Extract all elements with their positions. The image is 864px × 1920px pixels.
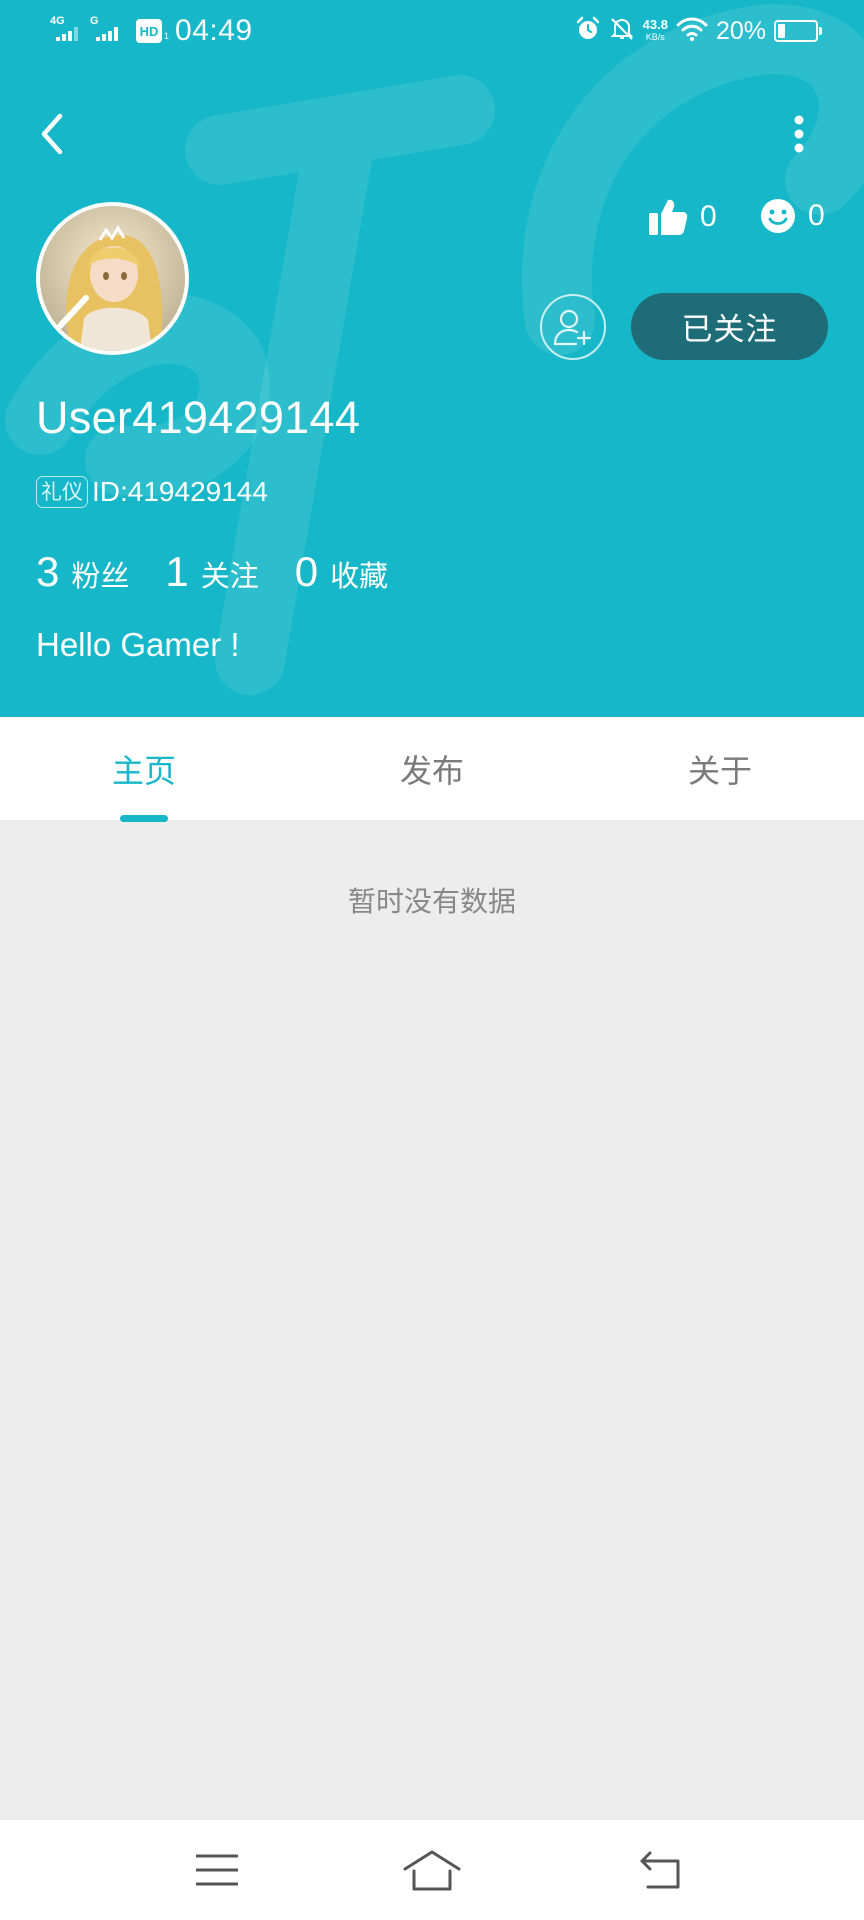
battery-icon [774, 20, 822, 42]
home-icon [403, 1850, 461, 1891]
count-value: 0 [294, 548, 319, 595]
empty-state-message: 暂时没有数据 [347, 885, 516, 918]
back-nav-button[interactable] [630, 1842, 690, 1898]
avatar[interactable] [36, 202, 189, 355]
tab-about[interactable]: 关于 [576, 717, 864, 820]
more-vertical-icon [794, 115, 804, 153]
tab-posts[interactable]: 发布 [288, 717, 576, 820]
chevron-left-icon [41, 113, 63, 155]
signal-icon: 4G [50, 15, 84, 47]
network-type-1: 4G [50, 15, 65, 27]
user-id: ID:419429144 [92, 476, 268, 507]
count-value: 3 [36, 548, 60, 595]
bio-text: Hello Gamer ! [36, 626, 240, 663]
back-button[interactable] [30, 104, 76, 164]
active-tab-indicator [120, 815, 168, 822]
following-count[interactable]: 1 关注 [165, 548, 258, 596]
system-nav-bar [0, 1820, 864, 1920]
speed-unit: KB/s [645, 32, 665, 42]
home-button[interactable] [402, 1842, 462, 1898]
speed-value: 43.8 [642, 17, 668, 32]
hd-icon: HD [136, 19, 162, 43]
clock: 04:49 [175, 14, 253, 47]
wifi-icon [676, 16, 708, 46]
more-options-button[interactable] [776, 104, 822, 164]
network-type-2: G [90, 15, 99, 27]
smile-icon [761, 199, 795, 233]
profile-counts: 3 粉丝 1 关注 0 收藏 [36, 548, 424, 596]
smiles-stat[interactable]: 0 [760, 198, 825, 234]
signal-icon: G [90, 15, 124, 47]
thumbs-up-icon [649, 199, 688, 235]
add-user-icon [553, 309, 592, 346]
count-label: 收藏 [330, 559, 389, 593]
alarm-icon [575, 16, 601, 46]
back-icon [640, 1851, 680, 1889]
likes-count: 0 [700, 200, 717, 233]
menu-button[interactable] [187, 1842, 247, 1898]
battery-percent: 20% [715, 16, 766, 45]
smiles-count: 0 [808, 199, 825, 232]
follow-button[interactable]: 已关注 [631, 293, 828, 360]
likes-stat[interactable]: 0 [648, 198, 717, 236]
username: User419429144 [36, 392, 361, 443]
battery-level [778, 24, 785, 38]
status-bar: 4G G HD 1 04:49 43.8 KB/s 20% [0, 0, 864, 68]
network-speed: 43.8 KB/s [642, 17, 668, 43]
favorites-count[interactable]: 0 收藏 [295, 548, 388, 596]
menu-icon [196, 1854, 238, 1886]
tab-bar: 主页 发布 关于 [0, 717, 864, 820]
id-row: 礼仪 ID:419429144 [36, 476, 268, 508]
count-label: 关注 [200, 559, 259, 593]
followers-count[interactable]: 3 粉丝 [36, 548, 129, 596]
hd-sub-label: 1 [164, 31, 170, 41]
profile-header: 4G G HD 1 04:49 43.8 KB/s 20% 0 0 已关注 Us… [0, 0, 864, 717]
mute-bell-icon [609, 16, 635, 46]
count-value: 1 [165, 548, 189, 595]
count-label: 粉丝 [71, 559, 130, 593]
tab-home[interactable]: 主页 [0, 717, 288, 820]
user-tag-badge: 礼仪 [36, 476, 88, 508]
add-friend-button[interactable] [540, 294, 606, 360]
